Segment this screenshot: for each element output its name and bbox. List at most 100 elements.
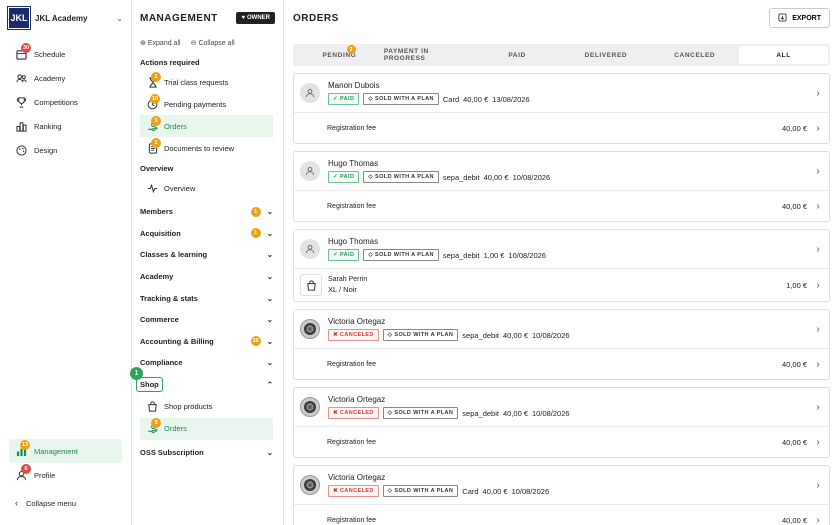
rail-item-design[interactable]: Design [9, 138, 122, 162]
action-pending-payments[interactable]: 10 Pending payments [140, 93, 273, 115]
order-header-row[interactable]: Hugo Thomas ✓ PAID ◇ SOLD WITH A PLAN sepa… [294, 230, 829, 269]
main-header: ORDERS EXPORT [284, 0, 840, 36]
rail-item-management[interactable]: 13 Management [9, 439, 122, 463]
group-label: Members [140, 207, 173, 217]
tab-delivered[interactable]: DELIVERED [561, 46, 650, 64]
order-amount: 40,00 € [482, 486, 508, 496]
org-name: JKL Academy [35, 13, 88, 23]
group-commerce[interactable]: Commerce ⌄ [132, 309, 283, 331]
order-header-row[interactable]: Victoria Ortegaz ✖ CANCELED ◇ SOLD WITH A … [294, 388, 829, 427]
group-shop[interactable]: Shop 1 ⌃ [130, 366, 283, 396]
rail-item-profile[interactable]: 6 Profile [9, 463, 122, 487]
chevron-down-icon: ⌄ [266, 228, 273, 238]
group-tracking-stats[interactable]: Tracking & stats ⌄ [132, 287, 283, 309]
tag-icon: ◇ [368, 96, 373, 102]
wheel-icon [304, 401, 316, 413]
rail-item-academy[interactable]: Academy [9, 66, 122, 90]
chevron-right-icon[interactable]: › [813, 437, 823, 448]
action-label: Documents to review [164, 143, 235, 153]
group-compliance[interactable]: Compliance ⌄ [132, 352, 283, 374]
order-line[interactable]: Sarah Perrin XL / Noir 1,00 € › [294, 269, 829, 301]
status-label: CANCELED [340, 488, 374, 494]
group-members[interactable]: Members 1 ⌄ [132, 201, 283, 223]
chevron-right-icon[interactable]: › [813, 123, 823, 134]
payment-method: sepa_debit [442, 172, 480, 182]
order-line[interactable]: Registration fee 40,00 € › [294, 113, 829, 143]
orders-list: Manon Dubois ✓ PAID ◇ SOLD WITH A PLAN Car… [293, 73, 830, 525]
order-amount: 1,00 € [483, 250, 505, 260]
rail-item-schedule[interactable]: 30 Schedule [9, 42, 122, 66]
overview-item[interactable]: Overview [140, 177, 273, 199]
order-info: Victoria Ortegaz ✖ CANCELED ◇ SOLD WITH A … [328, 473, 813, 497]
overview-label: Overview [164, 183, 196, 193]
chevron-right-icon[interactable]: › [813, 515, 823, 525]
customer-name: Victoria Ortegaz [328, 473, 386, 482]
order-card: Hugo Thomas ✓ PAID ◇ SOLD WITH A PLAN sepa… [293, 151, 830, 222]
order-card: Victoria Ortegaz ✖ CANCELED ◇ SOLD WITH A … [293, 465, 830, 525]
chevron-right-icon[interactable]: › [813, 359, 823, 370]
order-line[interactable]: Registration fee 40,00 € › [294, 191, 829, 221]
chevron-down-icon: ⌄ [266, 293, 273, 303]
order-line[interactable]: Registration fee 40,00 € › [294, 427, 829, 457]
shop-label: Shop [136, 377, 163, 393]
shopping-bag-icon [146, 400, 159, 413]
expand-icon: ⊕ [140, 40, 146, 47]
chevron-right-icon[interactable]: › [813, 88, 823, 99]
customer-name: Hugo Thomas [328, 237, 379, 246]
trophy-icon [15, 96, 28, 109]
order-header-row[interactable]: Victoria Ortegaz ✖ CANCELED ◇ SOLD WITH A … [294, 310, 829, 349]
shop-orders-item[interactable]: 3 Orders [140, 417, 273, 440]
plan-badge: ◇ SOLD WITH A PLAN [363, 93, 439, 105]
order-header-row[interactable]: Hugo Thomas ✓ PAID ◇ SOLD WITH A PLAN sepa… [294, 152, 829, 191]
line-label: Registration fee [327, 438, 377, 446]
group-oss-subscription[interactable]: OSS Subscription ⌄ [132, 442, 283, 464]
org-switcher[interactable]: JKL JKL Academy ⌄ [0, 0, 131, 36]
group-accounting-billing[interactable]: Accounting & Billing 10 ⌄ [132, 331, 283, 353]
tab-payment-in-progress[interactable]: PAYMENT IN PROGRESS [384, 46, 473, 64]
expand-all-button[interactable]: ⊕ Expand all [140, 39, 181, 48]
chevron-right-icon[interactable]: › [813, 480, 823, 491]
acquisition-badge: 1 [250, 228, 261, 239]
chevron-right-icon[interactable]: › [813, 244, 823, 255]
tab-label: DELIVERED [584, 51, 628, 59]
line-price: 1,00 € [786, 280, 807, 290]
action-orders[interactable]: 3 Orders [140, 115, 273, 137]
podium-icon [15, 120, 28, 133]
order-line[interactable]: Registration fee 40,00 € › [294, 349, 829, 379]
chevron-right-icon[interactable]: › [813, 402, 823, 413]
chevron-right-icon[interactable]: › [813, 166, 823, 177]
line-price: 40,00 € [781, 437, 807, 447]
rail-item-competitions[interactable]: Competitions [9, 90, 122, 114]
group-acquisition[interactable]: Acquisition 1 ⌄ [132, 223, 283, 245]
order-meta: ✓ PAID ◇ SOLD WITH A PLAN sepa_debit 40,00… [328, 171, 813, 183]
export-button[interactable]: EXPORT [769, 8, 830, 28]
check-circle-icon: ✓ [333, 96, 339, 102]
group-classes-learning[interactable]: Classes & learning ⌄ [132, 244, 283, 266]
shop-products-label: Shop products [164, 402, 213, 412]
collapse-all-button[interactable]: ⊖ Collapse all [191, 39, 235, 48]
order-header-row[interactable]: Victoria Ortegaz ✖ CANCELED ◇ SOLD WITH A … [294, 466, 829, 505]
shop-products-item[interactable]: Shop products [140, 396, 273, 418]
collapse-menu-button[interactable]: ‹ Collapse menu [9, 491, 122, 515]
chevron-right-icon[interactable]: › [813, 280, 823, 291]
line-label: Sarah Perrin [328, 276, 368, 283]
x-circle-icon: ✖ [333, 410, 339, 416]
chevron-right-icon[interactable]: › [813, 201, 823, 212]
group-label: Academy [140, 272, 174, 282]
chevron-right-icon[interactable]: › [813, 324, 823, 335]
action-documents-to-review[interactable]: 1 Documents to review [140, 137, 273, 159]
status-badge: ✖ CANCELED [328, 485, 379, 497]
rail-item-label: Design [34, 145, 58, 155]
org-logo: JKL [7, 6, 31, 30]
order-header-row[interactable]: Manon Dubois ✓ PAID ◇ SOLD WITH A PLAN Car… [294, 74, 829, 113]
action-label: Pending payments [164, 99, 227, 109]
order-line[interactable]: Registration fee 40,00 € › [294, 505, 829, 525]
tab-paid[interactable]: PAID [473, 46, 562, 64]
tab-all[interactable]: ALL [739, 46, 828, 64]
tab-canceled[interactable]: CANCELED [650, 46, 739, 64]
group-academy[interactable]: Academy ⌄ [132, 266, 283, 288]
rail-item-ranking[interactable]: Ranking [9, 114, 122, 138]
action-trial-class-requests[interactable]: 1 Trial class requests [140, 71, 273, 93]
tab-pending[interactable]: PENDING 3 [295, 45, 384, 64]
plan-badge: ◇ SOLD WITH A PLAN [382, 407, 459, 419]
